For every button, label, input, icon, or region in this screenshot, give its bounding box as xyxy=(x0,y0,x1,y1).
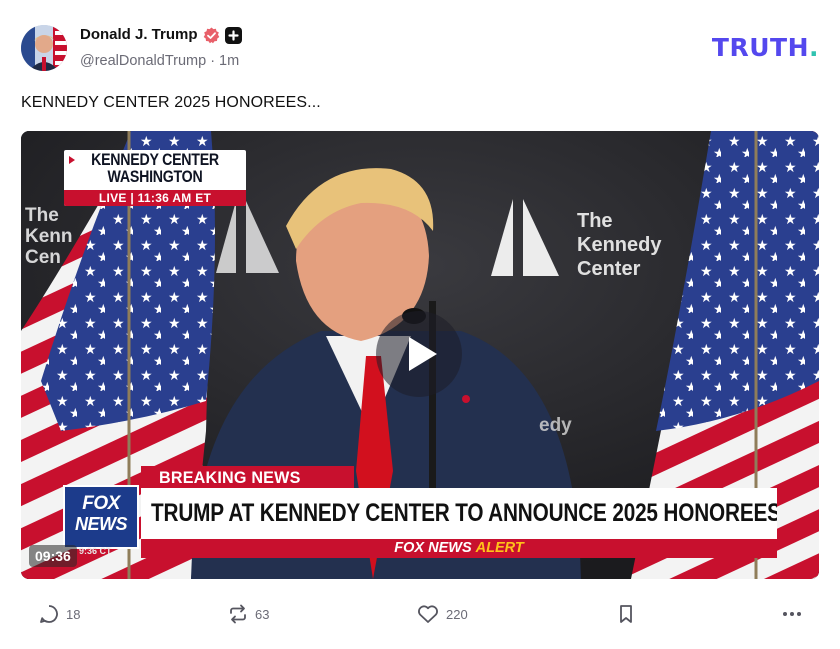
live-time-bar: LIVE | 11:36 AM ET xyxy=(64,190,246,206)
verified-badge-icon xyxy=(203,27,220,44)
logo-dot: . xyxy=(809,33,819,62)
like-button[interactable]: 220 xyxy=(416,598,468,630)
repost-count: 63 xyxy=(255,606,270,622)
logo-wordmark: TRUTH xyxy=(711,33,809,62)
location-line-2: WASHINGTON xyxy=(107,168,203,186)
play-icon xyxy=(409,337,437,371)
plus-badge-icon xyxy=(225,27,242,44)
post-actions: 18 63 220 xyxy=(0,598,840,630)
post-text: KENNEDY CENTER 2025 HONOREES... xyxy=(21,94,321,111)
reply-button[interactable]: 18 xyxy=(38,598,80,630)
author-meta: @realDonaldTrump · 1m xyxy=(80,53,239,69)
video-duration: 09:36 xyxy=(29,545,77,567)
author-name[interactable]: Donald J. Trump xyxy=(80,26,198,43)
venue-signage-partial: edy xyxy=(539,415,572,436)
venue-signage-right: The Kennedy Center xyxy=(577,210,662,280)
like-count: 220 xyxy=(446,606,468,622)
more-options-icon xyxy=(783,612,801,616)
truth-social-logo[interactable]: TRUTH. xyxy=(712,33,819,62)
network-time: 9:36 CT xyxy=(79,546,112,556)
network-logo-line2: NEWS xyxy=(75,514,128,534)
location-line-1: KENNEDY CENTER xyxy=(91,151,219,169)
more-options-button[interactable] xyxy=(780,598,804,630)
news-headline: TRUMP AT KENNEDY CENTER TO ANNOUNCE 2025… xyxy=(141,488,777,539)
alert-bar: FOX NEWS ALERT xyxy=(141,539,777,558)
network-logo-line1: FOX xyxy=(82,493,120,514)
reply-count: 18 xyxy=(66,606,81,622)
breaking-news-label: BREAKING NEWS xyxy=(141,466,354,489)
bookmark-button[interactable] xyxy=(615,598,637,630)
play-button[interactable] xyxy=(376,311,462,397)
location-chyron: KENNEDY CENTER WASHINGTON LIVE | 11:36 A… xyxy=(64,150,246,206)
network-logo: FOX NEWS xyxy=(63,485,139,549)
reply-icon xyxy=(40,605,58,623)
author-handle[interactable]: @realDonaldTrump xyxy=(80,53,206,69)
author-avatar[interactable] xyxy=(21,25,67,71)
repost-icon xyxy=(230,604,246,624)
heart-icon xyxy=(418,605,438,623)
post-time[interactable]: 1m xyxy=(219,53,239,69)
alert-source: FOX NEWS xyxy=(394,540,472,556)
venue-signage-left: The Kenn Cen xyxy=(25,205,73,268)
bookmark-icon xyxy=(620,605,632,623)
repost-button[interactable]: 63 xyxy=(227,598,269,630)
location-marker-icon xyxy=(69,156,75,164)
video-player[interactable]: ★ ★ xyxy=(21,131,819,579)
meta-separator: · xyxy=(210,53,216,69)
avatar-image xyxy=(21,25,67,71)
alert-word: ALERT xyxy=(475,540,524,556)
